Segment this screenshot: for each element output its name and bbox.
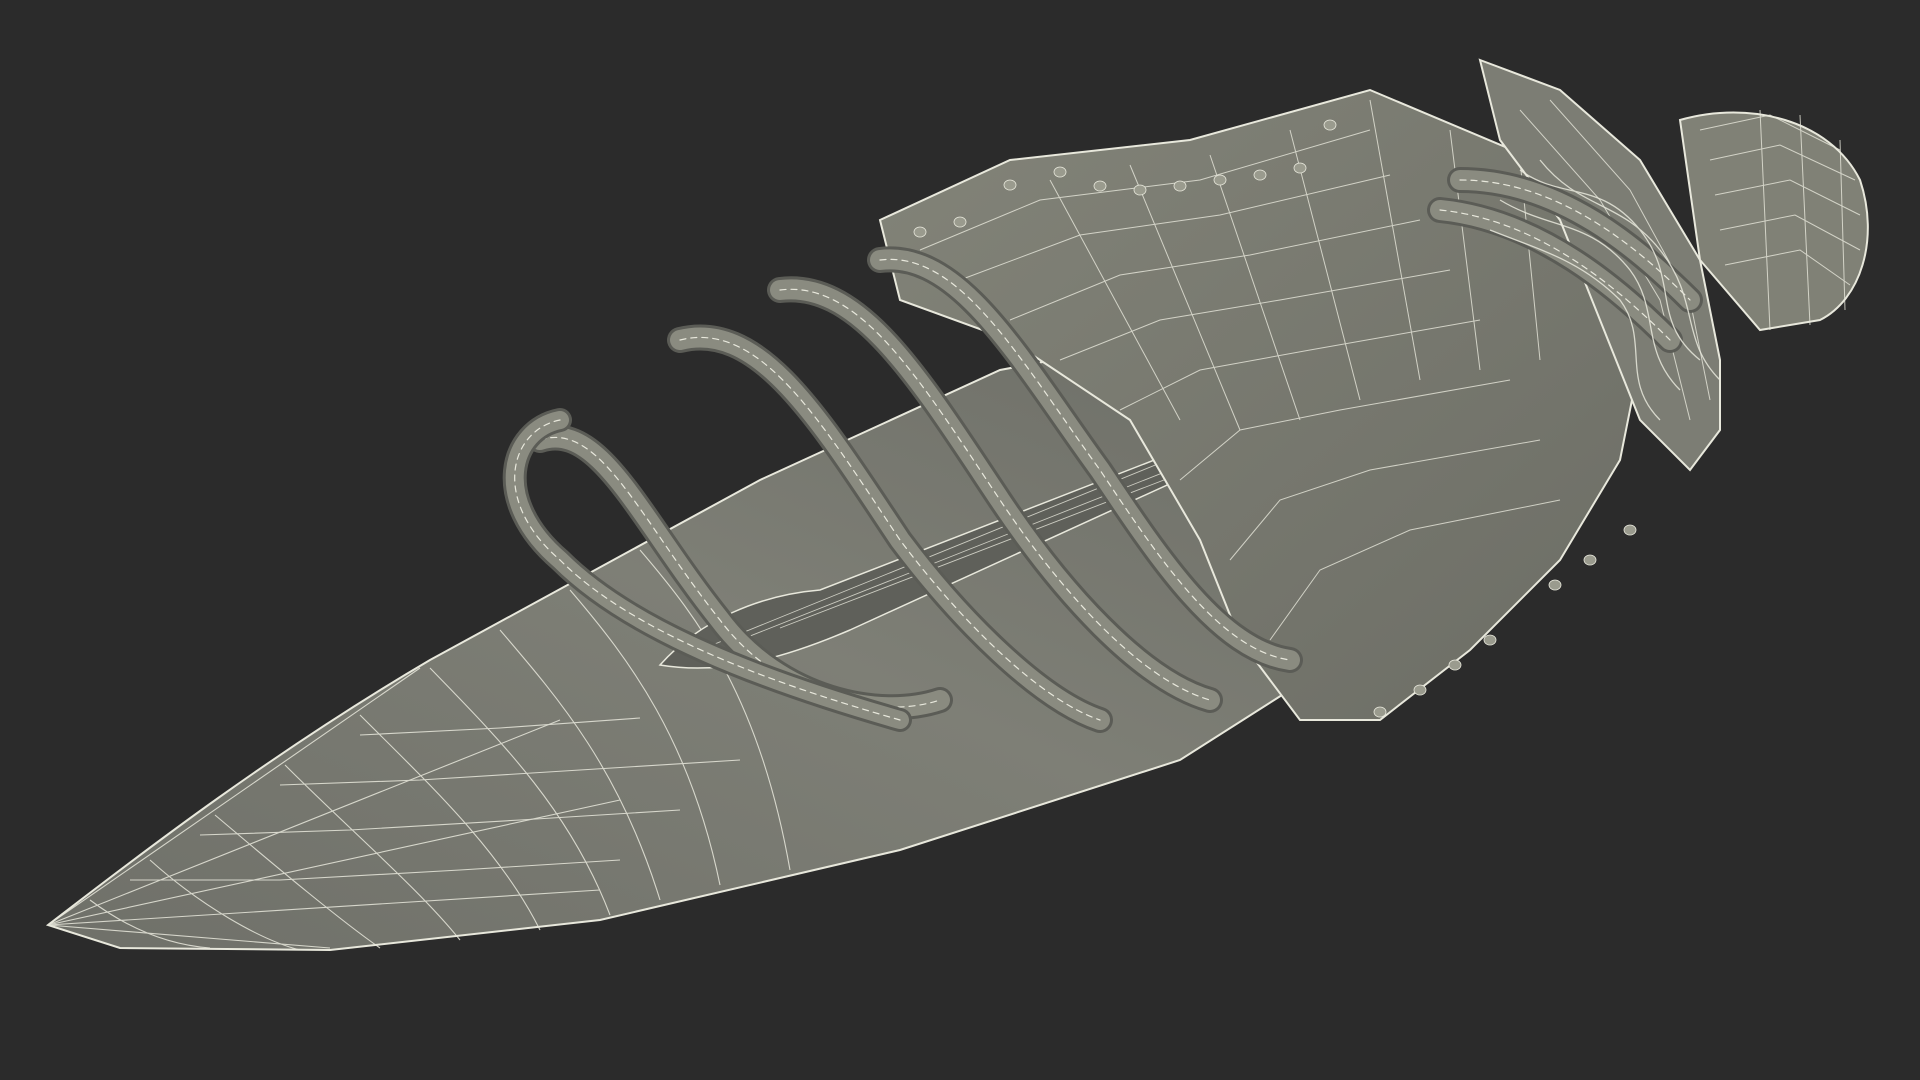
3d-viewport[interactable] bbox=[0, 0, 1920, 1080]
wireframe-render bbox=[45, 58, 1869, 952]
